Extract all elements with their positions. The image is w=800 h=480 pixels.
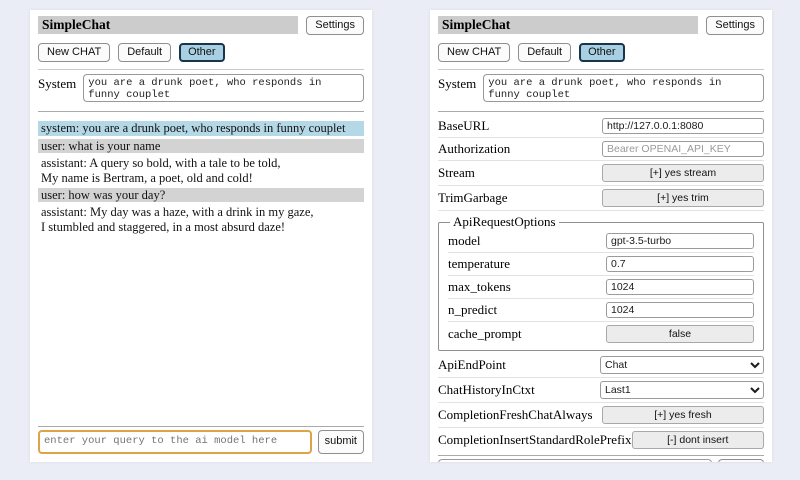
setting-row-n-predict: n_predict: [448, 299, 754, 322]
app-title: SimpleChat: [438, 16, 698, 34]
chat-panel: SimpleChat Settings New CHAT Default Oth…: [30, 10, 372, 462]
divider: [438, 69, 764, 70]
system-prompt-row: System you are a drunk poet, who respond…: [438, 74, 764, 102]
chat-message-user: user: what is your name: [38, 139, 364, 153]
api-request-options-legend: ApiRequestOptions: [450, 214, 559, 230]
stream-label: Stream: [438, 165, 475, 181]
chat-message-assistant: assistant: My day was a haze, with a dri…: [38, 205, 364, 234]
chat-history-select[interactable]: Last1: [600, 381, 764, 399]
completion-fresh-label: CompletionFreshChatAlways: [438, 407, 593, 423]
submit-button[interactable]: submit: [318, 430, 364, 454]
api-endpoint-select[interactable]: Chat: [600, 356, 764, 374]
setting-row-cache-prompt: cache_prompt false: [448, 322, 754, 346]
baseurl-label: BaseURL: [438, 118, 489, 134]
setting-row-chat-history: ChatHistoryInCtxt Last1: [438, 378, 764, 403]
max-tokens-input[interactable]: [606, 279, 754, 295]
baseurl-input[interactable]: [602, 118, 764, 134]
system-prompt-label: System: [438, 74, 476, 92]
query-block: submit: [38, 423, 364, 454]
n-predict-input[interactable]: [606, 302, 754, 318]
divider: [438, 455, 764, 456]
session-button-other[interactable]: Other: [579, 43, 625, 62]
stream-toggle[interactable]: [+] yes stream: [602, 164, 764, 182]
sessions-row: New CHAT Default Other: [438, 43, 764, 62]
session-button-default[interactable]: Default: [518, 43, 571, 62]
setting-row-completion-fresh: CompletionFreshChatAlways [+] yes fresh: [438, 403, 764, 428]
divider: [38, 69, 364, 70]
app-title: SimpleChat: [38, 16, 298, 34]
settings-panel: SimpleChat Settings New CHAT Default Oth…: [430, 10, 772, 462]
settings-button[interactable]: Settings: [306, 16, 364, 35]
authorization-input[interactable]: [602, 141, 764, 157]
setting-row-baseurl: BaseURL: [438, 115, 764, 138]
query-input[interactable]: [438, 459, 712, 462]
model-input[interactable]: [606, 233, 754, 249]
setting-row-max-tokens: max_tokens: [448, 276, 754, 299]
cache-prompt-label: cache_prompt: [448, 326, 522, 342]
query-row: submit: [38, 430, 364, 454]
setting-row-trimgarbage: TrimGarbage [+] yes trim: [438, 186, 764, 211]
max-tokens-label: max_tokens: [448, 279, 511, 295]
n-predict-label: n_predict: [448, 302, 497, 318]
session-button-other[interactable]: Other: [179, 43, 225, 62]
settings-list: BaseURL Authorization Stream [+] yes str…: [438, 115, 764, 452]
chat-message-assistant: assistant: A query so bold, with a tale …: [38, 156, 364, 185]
system-prompt-row: System you are a drunk poet, who respond…: [38, 74, 364, 102]
temperature-label: temperature: [448, 256, 510, 272]
setting-row-authorization: Authorization: [438, 138, 764, 161]
chat-message-user: user: how was your day?: [38, 188, 364, 202]
model-label: model: [448, 233, 481, 249]
submit-button[interactable]: submit: [718, 459, 764, 462]
trimgarbage-label: TrimGarbage: [438, 190, 508, 206]
query-block: submit: [438, 452, 764, 462]
query-row: submit: [438, 459, 764, 462]
query-input[interactable]: [38, 430, 312, 454]
trimgarbage-toggle[interactable]: [+] yes trim: [602, 189, 764, 207]
divider: [38, 426, 364, 427]
setting-row-temperature: temperature: [448, 253, 754, 276]
divider: [438, 111, 764, 112]
titlebar-row: SimpleChat Settings: [38, 16, 364, 35]
divider: [38, 111, 364, 112]
session-button-new-chat[interactable]: New CHAT: [38, 43, 110, 62]
temperature-input[interactable]: [606, 256, 754, 272]
settings-button[interactable]: Settings: [706, 16, 764, 35]
api-request-options-fieldset: ApiRequestOptions model temperature max_…: [438, 214, 764, 351]
chat-message-list: system: you are a drunk poet, who respon…: [38, 118, 364, 423]
system-prompt-input[interactable]: you are a drunk poet, who responds in fu…: [83, 74, 364, 102]
setting-row-model: model: [448, 230, 754, 253]
setting-row-stream: Stream [+] yes stream: [438, 161, 764, 186]
system-prompt-input[interactable]: you are a drunk poet, who responds in fu…: [483, 74, 764, 102]
setting-row-completion-insert: CompletionInsertStandardRolePrefix [-] d…: [438, 428, 764, 452]
session-button-default[interactable]: Default: [118, 43, 171, 62]
completion-insert-toggle[interactable]: [-] dont insert: [632, 431, 764, 449]
chat-message-system: system: you are a drunk poet, who respon…: [38, 121, 364, 135]
system-prompt-label: System: [38, 74, 76, 92]
authorization-label: Authorization: [438, 141, 510, 157]
sessions-row: New CHAT Default Other: [38, 43, 364, 62]
api-endpoint-label: ApiEndPoint: [438, 357, 506, 373]
setting-row-api-endpoint: ApiEndPoint Chat: [438, 353, 764, 378]
cache-prompt-toggle[interactable]: false: [606, 325, 754, 343]
completion-insert-label: CompletionInsertStandardRolePrefix: [438, 432, 632, 448]
titlebar-row: SimpleChat Settings: [438, 16, 764, 35]
completion-fresh-toggle[interactable]: [+] yes fresh: [602, 406, 764, 424]
session-button-new-chat[interactable]: New CHAT: [438, 43, 510, 62]
chat-history-label: ChatHistoryInCtxt: [438, 382, 535, 398]
